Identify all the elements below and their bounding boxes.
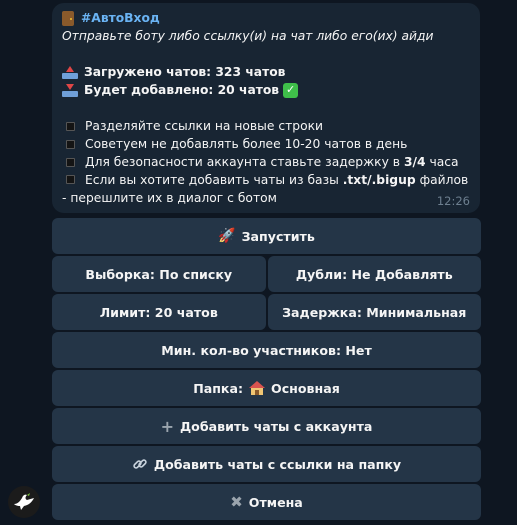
tip-emphasis: 3/4 (403, 155, 426, 169)
bullet-icon (66, 157, 75, 167)
start-label: Запустить (241, 228, 315, 244)
door-icon (62, 10, 74, 26)
message-time: 12:26 (436, 194, 470, 208)
start-button[interactable]: 🚀 Запустить (52, 218, 481, 254)
inbox-tray-icon (62, 83, 78, 97)
bullet-icon (66, 139, 75, 149)
dove-icon (14, 493, 34, 510)
bot-message: #АвтоВход Отправьте боту либо ссылку(и) … (52, 3, 480, 213)
cross-icon: ✖ (230, 493, 243, 511)
tip-text: Советуем не добавлять более 10-20 чатов … (85, 137, 408, 151)
bullet-icon (66, 121, 75, 131)
folder-button[interactable]: Папка: Основная (52, 370, 481, 406)
tip-item: Если вы хотите добавить чаты из базы .tx… (62, 171, 470, 207)
add-from-folder-link-label: Добавить чаты с ссылки на папку (153, 456, 402, 472)
message-subtitle: Отправьте боту либо ссылку(и) на чат либ… (62, 29, 434, 43)
min-members-button[interactable]: Мин. кол-во участников: Нет (52, 332, 481, 368)
loaded-chats-text: Загружено чатов: 323 чатов (84, 65, 286, 79)
message-title-line: #АвтоВход (62, 9, 470, 27)
folder-label: Папка: (193, 380, 244, 396)
bullet-icon (66, 175, 75, 184)
add-from-account-button[interactable]: + Добавить чаты с аккаунта (52, 408, 481, 444)
bot-avatar[interactable] (8, 486, 40, 518)
tip-item: Разделяйте ссылки на новые строки (62, 117, 470, 135)
duplicates-button[interactable]: Дубли: Не Добавлять (267, 256, 481, 292)
tip-item: Для безопасности аккаунта ставьте задерж… (62, 153, 470, 171)
limit-button[interactable]: Лимит: 20 чатов (52, 294, 266, 330)
tip-text: Разделяйте ссылки на новые строки (85, 119, 324, 133)
tip-text: Если вы хотите добавить чаты из базы (85, 173, 343, 187)
tip-item: Советуем не добавлять более 10-20 чатов … (62, 135, 470, 153)
add-from-account-label: Добавить чаты с аккаунта (179, 418, 373, 434)
selection-button[interactable]: Выборка: По списку (52, 256, 266, 292)
add-from-folder-link-button[interactable]: Добавить чаты с ссылки на папку (52, 446, 481, 482)
loaded-chats-line: Загружено чатов: 323 чатов (62, 63, 470, 81)
to-add-line: Будет добавлено: 20 чатов ✓ (62, 81, 470, 99)
to-add-text: Будет добавлено: 20 чатов (84, 83, 280, 97)
house-icon (249, 381, 266, 395)
check-mark-icon: ✓ (283, 82, 299, 98)
link-icon (133, 459, 147, 469)
hashtag-link[interactable]: #АвтоВход (81, 9, 160, 27)
cancel-button[interactable]: ✖ Отмена (52, 484, 481, 520)
inline-keyboard: 🚀 Запустить Выборка: По списку Дубли: Не… (52, 218, 481, 522)
cancel-label: Отмена (248, 494, 303, 510)
plus-icon: + (160, 416, 174, 436)
outbox-tray-icon (62, 65, 78, 79)
tip-text: Для безопасности аккаунта ставьте задерж… (85, 155, 404, 169)
rocket-icon: 🚀 (218, 228, 236, 244)
delay-button[interactable]: Задержка: Минимальная (267, 294, 481, 330)
tip-text-end: часа (425, 155, 459, 169)
folder-value: Основная (271, 380, 340, 396)
tip-emphasis: .txt/.bigup (342, 173, 416, 187)
